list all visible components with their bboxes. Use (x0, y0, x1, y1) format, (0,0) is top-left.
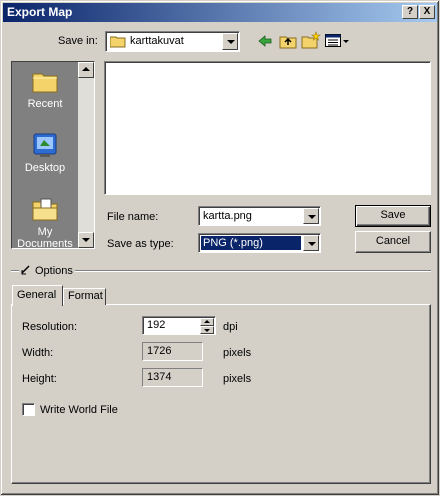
resolution-input[interactable]: 192 (142, 316, 216, 335)
write-world-file-label[interactable]: Write World File (40, 404, 118, 416)
back-icon[interactable] (257, 34, 273, 48)
places-bar: Recent Desktop My Documents (11, 61, 95, 249)
save-in-folder: karttakuvat (130, 35, 184, 47)
place-desktop-label: Desktop (24, 162, 66, 174)
file-name-input[interactable]: kartta.png (198, 206, 321, 226)
options-label: Options (35, 265, 73, 277)
close-button[interactable]: X (419, 5, 435, 19)
options-divider (75, 270, 431, 272)
place-my-documents[interactable]: My Documents (12, 196, 78, 249)
file-list[interactable] (104, 61, 431, 195)
save-as-type-dropdown[interactable]: PNG (*.png) (198, 233, 321, 253)
scroll-down-button[interactable] (78, 232, 94, 248)
save-in-label: Save in: (58, 35, 98, 47)
scroll-up-button[interactable] (78, 62, 94, 78)
width-field: 1726 (142, 342, 203, 361)
place-recent-label: Recent (27, 98, 63, 110)
tab-format[interactable]: Format (63, 288, 106, 305)
height-value: 1374 (147, 371, 172, 383)
place-desktop[interactable]: Desktop (12, 132, 78, 174)
recent-folder-icon (32, 73, 58, 93)
tab-general-label: General (17, 289, 57, 301)
cancel-button[interactable]: Cancel (355, 231, 431, 253)
save-as-type-value: PNG (*.png) (203, 237, 263, 249)
title-bar[interactable]: Export Map ? X (3, 3, 437, 22)
desktop-icon (33, 133, 57, 157)
save-button[interactable]: Save (355, 205, 431, 227)
file-name-label: File name: (107, 211, 159, 223)
resolution-value: 192 (147, 319, 166, 331)
width-value: 1726 (147, 345, 172, 357)
resolution-increment[interactable] (200, 318, 214, 326)
save-in-dropdown[interactable]: karttakuvat (105, 31, 240, 52)
width-unit: pixels (223, 347, 252, 359)
write-world-file-checkbox[interactable] (22, 403, 35, 416)
height-field: 1374 (142, 368, 203, 387)
file-name-value: kartta.png (203, 210, 252, 222)
places-scrollbar[interactable] (78, 62, 94, 248)
save-as-type-label: Save as type: (107, 238, 174, 250)
chevron-down-icon[interactable] (303, 208, 319, 224)
place-recent[interactable]: Recent (12, 68, 78, 110)
tab-general[interactable]: General (12, 285, 63, 306)
up-folder-icon[interactable] (279, 33, 297, 49)
height-unit: pixels (223, 373, 252, 385)
export-map-dialog: Export Map ? X Save in: karttakuvat Rece… (0, 0, 440, 496)
window-title: Export Map (7, 5, 73, 19)
width-label: Width: (22, 347, 54, 359)
height-label: Height: (22, 373, 57, 385)
place-my-documents-label: My Documents (17, 226, 73, 249)
my-documents-icon (32, 198, 58, 221)
collapse-options-icon[interactable] (21, 265, 33, 275)
resolution-label: Resolution: (22, 321, 78, 333)
tab-format-label: Format (68, 290, 103, 302)
chevron-down-icon[interactable] (303, 235, 319, 251)
folder-icon (110, 36, 126, 48)
view-menu-icon[interactable] (325, 34, 351, 48)
new-folder-icon[interactable] (301, 31, 321, 49)
resolution-unit: dpi (223, 321, 238, 333)
chevron-down-icon[interactable] (222, 33, 238, 50)
resolution-decrement[interactable] (200, 326, 214, 334)
help-button[interactable]: ? (402, 5, 418, 19)
options-divider-left (11, 270, 19, 272)
